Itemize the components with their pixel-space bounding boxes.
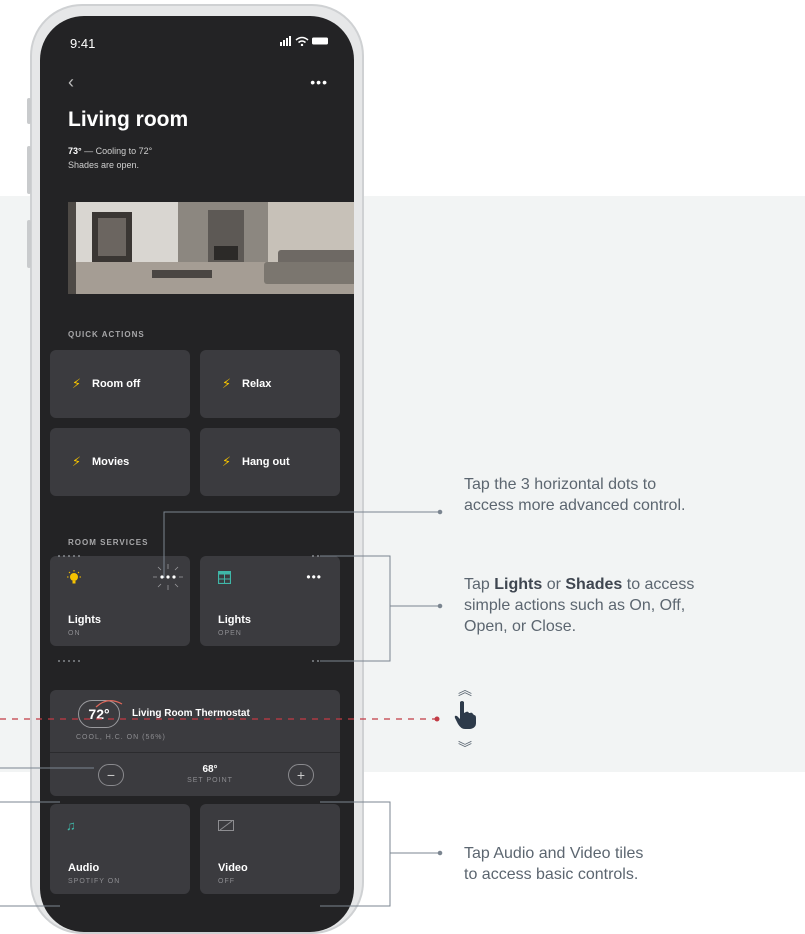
- scroll-down-icon: ︾: [458, 740, 472, 756]
- dots-annotation: Tap the 3 horizontal dots to access more…: [464, 474, 685, 516]
- scroll-up-icon: ︽: [458, 682, 472, 698]
- lights-annotation-line1: Tap Lights or Shades to access: [464, 574, 694, 595]
- dots-annotation-line2: access more advanced control.: [464, 497, 686, 514]
- hand-pointer-icon: [454, 701, 476, 729]
- dots-annotation-line1: Tap the 3 horizontal dots to: [464, 476, 657, 493]
- lights-annotation-line2: simple actions such as On, Off,: [464, 597, 686, 614]
- lights-annotation-bold2: Shades: [565, 576, 623, 593]
- scroll-guide-dot: [434, 716, 440, 722]
- lights-annotation-bold1: Lights: [494, 576, 543, 593]
- dots-callout-line: [163, 511, 440, 578]
- av-annotation: Tap Audio and Video tiles to access basi…: [464, 843, 643, 885]
- lights-annotation-post: to access: [622, 576, 695, 593]
- lights-annotation-line3: Open, or Close.: [464, 618, 577, 635]
- av-annotation-line2: to access basic controls.: [464, 866, 639, 883]
- av-annotation-line1: Tap Audio and Video tiles: [464, 845, 644, 862]
- lights-annotation-pre: Tap: [464, 576, 495, 593]
- dots-callout-dot: [437, 509, 443, 515]
- lights-annotation: Tap Lights or Shades to access simple ac…: [464, 574, 694, 637]
- callout-lines: [0, 509, 443, 907]
- lights-annotation-mid: or: [542, 576, 566, 593]
